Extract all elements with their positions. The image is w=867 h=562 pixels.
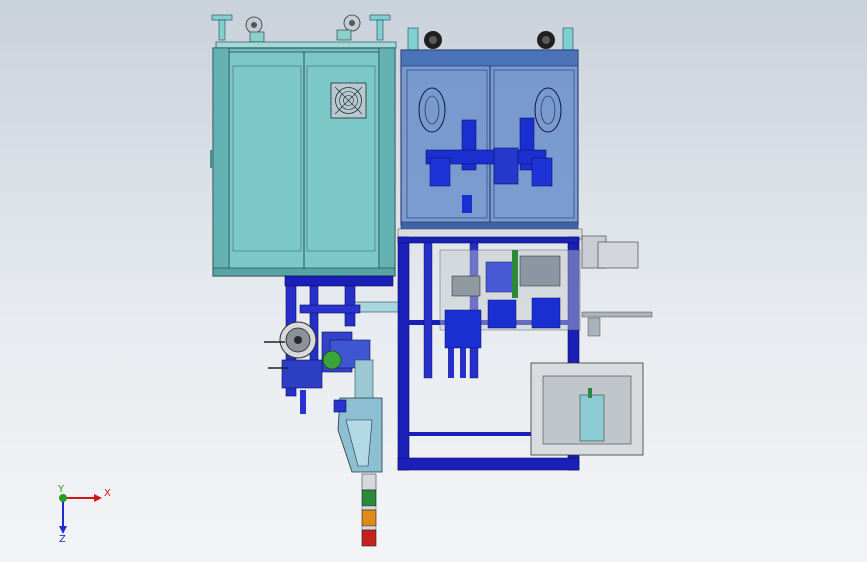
z-axis-label: Z: [59, 534, 66, 545]
signal-light-tower: [361, 473, 377, 547]
orientation-triad: X Y Z: [57, 484, 111, 545]
x-axis-label: X: [104, 488, 111, 499]
cad-viewport[interactable]: X Y Z: [0, 0, 867, 562]
right-machine-hood: [400, 27, 579, 231]
right-machine-frame: [397, 228, 653, 471]
left-electrical-cabinet: [210, 14, 397, 277]
lower-left-mechanism: [264, 275, 401, 547]
y-axis-label: Y: [57, 484, 65, 495]
cooling-fan-icon: [330, 82, 367, 119]
cabinet-top-fixtures: [211, 14, 397, 49]
